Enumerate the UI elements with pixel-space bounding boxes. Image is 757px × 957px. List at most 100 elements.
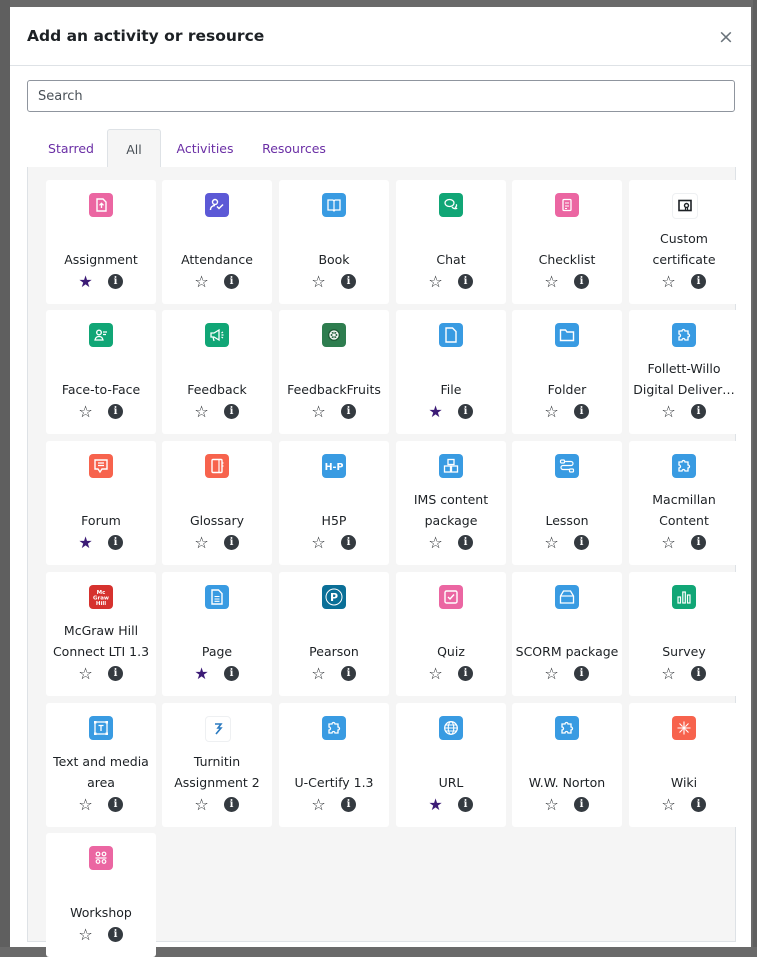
info-icon[interactable]: i bbox=[108, 404, 123, 419]
activity-tile-feedback[interactable]: Feedback ☆ i bbox=[162, 310, 272, 434]
activity-tile-page[interactable]: Page ★ i bbox=[162, 572, 272, 696]
activity-tile-checklist[interactable]: Checklist ☆ i bbox=[512, 180, 622, 304]
info-icon[interactable]: i bbox=[574, 535, 589, 550]
tab-resources[interactable]: Resources bbox=[255, 129, 333, 167]
info-icon[interactable]: i bbox=[458, 797, 473, 812]
activity-tile-pearson[interactable]: P Pearson ☆ i bbox=[279, 572, 389, 696]
info-icon[interactable]: i bbox=[341, 666, 356, 681]
tab-activities[interactable]: Activities bbox=[170, 129, 240, 167]
star-filled-icon[interactable]: ★ bbox=[193, 665, 210, 682]
activity-tile-turnitin-assignment-2[interactable]: Turnitin Assignment 2 ☆ i bbox=[162, 703, 272, 827]
star-outline-icon[interactable]: ☆ bbox=[77, 665, 94, 682]
activity-tile-lesson[interactable]: Lesson ☆ i bbox=[512, 441, 622, 565]
star-outline-icon[interactable]: ☆ bbox=[660, 273, 677, 290]
activity-tile-wiki[interactable]: Wiki ☆ i bbox=[629, 703, 739, 827]
info-icon[interactable]: i bbox=[574, 274, 589, 289]
activity-tile-file[interactable]: File ★ i bbox=[396, 310, 506, 434]
star-outline-icon[interactable]: ☆ bbox=[310, 273, 327, 290]
info-icon[interactable]: i bbox=[691, 404, 706, 419]
info-icon[interactable]: i bbox=[108, 797, 123, 812]
star-outline-icon[interactable]: ☆ bbox=[660, 796, 677, 813]
activity-tile-book[interactable]: Book ☆ i bbox=[279, 180, 389, 304]
activity-tile-face-to-face[interactable]: Face-to-Face ☆ i bbox=[46, 310, 156, 434]
info-icon[interactable]: i bbox=[224, 274, 239, 289]
info-icon[interactable]: i bbox=[224, 535, 239, 550]
activity-tile-mcgraw-hill-connect-lti-1-3[interactable]: Mc Graw Hill McGraw Hill Connect LTI 1.3 ☆ i bbox=[46, 572, 156, 696]
star-outline-icon[interactable]: ☆ bbox=[77, 403, 94, 420]
info-icon[interactable]: i bbox=[691, 535, 706, 550]
activity-tile-attendance[interactable]: Attendance ☆ i bbox=[162, 180, 272, 304]
info-icon[interactable]: i bbox=[691, 274, 706, 289]
activity-tile-quiz[interactable]: Quiz ☆ i bbox=[396, 572, 506, 696]
search-input[interactable] bbox=[27, 80, 735, 112]
info-icon[interactable]: i bbox=[458, 666, 473, 681]
info-icon[interactable]: i bbox=[224, 404, 239, 419]
star-outline-icon[interactable]: ☆ bbox=[310, 534, 327, 551]
activity-tile-follett-willo-digital-deliver[interactable]: Follett-Willo Digital Deliver… ☆ i bbox=[629, 310, 739, 434]
info-icon[interactable]: i bbox=[574, 404, 589, 419]
star-filled-icon[interactable]: ★ bbox=[427, 403, 444, 420]
info-icon[interactable]: i bbox=[224, 797, 239, 812]
star-filled-icon[interactable]: ★ bbox=[77, 534, 94, 551]
activity-tile-chat[interactable]: Chat ☆ i bbox=[396, 180, 506, 304]
star-outline-icon[interactable]: ☆ bbox=[427, 273, 444, 290]
activity-tile-text-and-media-area[interactable]: Text and media area ☆ i bbox=[46, 703, 156, 827]
info-icon[interactable]: i bbox=[574, 797, 589, 812]
info-icon[interactable]: i bbox=[574, 666, 589, 681]
activity-tile-survey[interactable]: Survey ☆ i bbox=[629, 572, 739, 696]
star-outline-icon[interactable]: ☆ bbox=[77, 796, 94, 813]
activity-tile-forum[interactable]: Forum ★ i bbox=[46, 441, 156, 565]
tab-all[interactable]: All bbox=[107, 129, 161, 168]
info-icon[interactable]: i bbox=[691, 666, 706, 681]
star-outline-icon[interactable]: ☆ bbox=[660, 403, 677, 420]
star-outline-icon[interactable]: ☆ bbox=[543, 534, 560, 551]
info-icon[interactable]: i bbox=[108, 927, 123, 942]
star-outline-icon[interactable]: ☆ bbox=[543, 273, 560, 290]
star-outline-icon[interactable]: ☆ bbox=[193, 534, 210, 551]
activity-tile-scorm-package[interactable]: SCORM package ☆ i bbox=[512, 572, 622, 696]
activity-tile-glossary[interactable]: Glossary ☆ i bbox=[162, 441, 272, 565]
activity-tile-w-w-norton[interactable]: W.W. Norton ☆ i bbox=[512, 703, 622, 827]
star-outline-icon[interactable]: ☆ bbox=[310, 665, 327, 682]
tab-starred[interactable]: Starred bbox=[42, 129, 100, 167]
star-filled-icon[interactable]: ★ bbox=[77, 273, 94, 290]
star-outline-icon[interactable]: ☆ bbox=[660, 665, 677, 682]
star-filled-icon[interactable]: ★ bbox=[427, 796, 444, 813]
activity-tile-u-certify-1-3[interactable]: U-Certify 1.3 ☆ i bbox=[279, 703, 389, 827]
info-icon[interactable]: i bbox=[458, 404, 473, 419]
activity-tile-folder[interactable]: Folder ☆ i bbox=[512, 310, 622, 434]
info-icon[interactable]: i bbox=[108, 274, 123, 289]
activity-tile-feedbackfruits[interactable]: FeedbackFruits ☆ i bbox=[279, 310, 389, 434]
activity-tile-macmillan-content[interactable]: Macmillan Content ☆ i bbox=[629, 441, 739, 565]
info-icon[interactable]: i bbox=[341, 274, 356, 289]
info-icon[interactable]: i bbox=[108, 535, 123, 550]
activity-tile-assignment[interactable]: Assignment ★ i bbox=[46, 180, 156, 304]
activity-chooser-modal: Add an activity or resource × Starred Al… bbox=[10, 7, 751, 957]
star-outline-icon[interactable]: ☆ bbox=[310, 796, 327, 813]
star-outline-icon[interactable]: ☆ bbox=[193, 796, 210, 813]
close-button[interactable]: × bbox=[715, 26, 737, 48]
star-outline-icon[interactable]: ☆ bbox=[427, 665, 444, 682]
info-icon[interactable]: i bbox=[458, 535, 473, 550]
star-outline-icon[interactable]: ☆ bbox=[193, 273, 210, 290]
info-icon[interactable]: i bbox=[341, 535, 356, 550]
star-outline-icon[interactable]: ☆ bbox=[77, 926, 94, 943]
star-outline-icon[interactable]: ☆ bbox=[660, 534, 677, 551]
info-icon[interactable]: i bbox=[691, 797, 706, 812]
star-outline-icon[interactable]: ☆ bbox=[543, 665, 560, 682]
info-icon[interactable]: i bbox=[224, 666, 239, 681]
info-icon[interactable]: i bbox=[341, 404, 356, 419]
activity-tile-custom-certificate[interactable]: Custom certificate ☆ i bbox=[629, 180, 739, 304]
star-outline-icon[interactable]: ☆ bbox=[193, 403, 210, 420]
info-icon[interactable]: i bbox=[108, 666, 123, 681]
star-outline-icon[interactable]: ☆ bbox=[427, 534, 444, 551]
star-outline-icon[interactable]: ☆ bbox=[310, 403, 327, 420]
star-outline-icon[interactable]: ☆ bbox=[543, 796, 560, 813]
info-icon[interactable]: i bbox=[458, 274, 473, 289]
activity-tile-ims-content-package[interactable]: IMS content package ☆ i bbox=[396, 441, 506, 565]
star-outline-icon[interactable]: ☆ bbox=[543, 403, 560, 420]
info-icon[interactable]: i bbox=[341, 797, 356, 812]
activity-tile-url[interactable]: URL ★ i bbox=[396, 703, 506, 827]
activity-tile-h5p[interactable]: H-P H5P ☆ i bbox=[279, 441, 389, 565]
activity-tile-workshop[interactable]: Workshop ☆ i bbox=[46, 833, 156, 957]
